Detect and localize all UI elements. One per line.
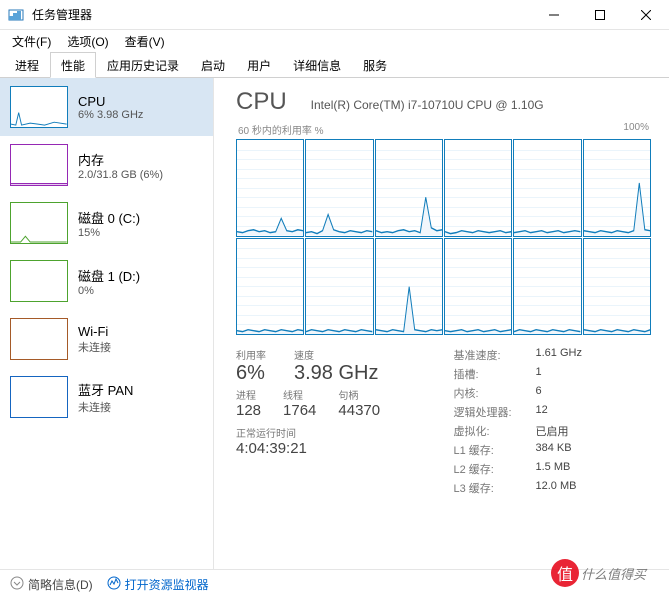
sidebar-mem-label: 内存: [78, 150, 163, 169]
sidebar-item-wifi[interactable]: Wi-Fi未连接: [0, 310, 213, 368]
sidebar-disk0-label: 磁盘 0 (C:): [78, 208, 140, 227]
l2-cache-value: 1.5 MB: [536, 461, 571, 477]
l3-cache-value: 12.0 MB: [536, 480, 577, 496]
window-title: 任务管理器: [32, 6, 531, 23]
base-speed-value: 1.61 GHz: [536, 347, 582, 363]
tab-users[interactable]: 用户: [236, 52, 282, 77]
fewer-details-button[interactable]: 简略信息(D): [10, 576, 93, 593]
cpu-core-graph-grid[interactable]: [236, 139, 651, 335]
sidebar-item-bluetooth[interactable]: 蓝牙 PAN未连接: [0, 368, 213, 426]
tab-services[interactable]: 服务: [352, 52, 398, 77]
app-icon: [8, 7, 24, 23]
l3-cache-label: L3 缓存:: [454, 480, 536, 496]
sidebar-cpu-stat: 6% 3.98 GHz: [78, 109, 143, 121]
sidebar-mem-stat: 2.0/31.8 GB (6%): [78, 169, 163, 181]
memory-thumbnail-icon: [10, 144, 68, 186]
sidebar-cpu-label: CPU: [78, 94, 143, 109]
sidebar-disk0-stat: 15%: [78, 227, 140, 239]
sidebar-wifi-stat: 未连接: [78, 339, 111, 355]
sidebar-bt-stat: 未连接: [78, 399, 133, 415]
sidebar-item-memory[interactable]: 内存2.0/31.8 GB (6%): [0, 136, 213, 194]
chevron-down-icon: [10, 576, 24, 593]
logical-processors-label: 逻辑处理器:: [454, 404, 536, 420]
disk1-thumbnail-icon: [10, 260, 68, 302]
core-graph-8: [375, 238, 443, 336]
virtualization-value: 已启用: [536, 423, 569, 439]
l1-cache-value: 384 KB: [536, 442, 572, 458]
util-value: 6%: [236, 362, 266, 385]
minimize-button[interactable]: [531, 0, 577, 30]
core-graph-5: [583, 139, 651, 237]
core-graph-0: [236, 139, 304, 237]
core-graph-6: [236, 238, 304, 336]
handles-label: 句柄: [338, 387, 380, 402]
tab-details[interactable]: 详细信息: [282, 52, 352, 77]
menu-options[interactable]: 选项(O): [59, 31, 116, 52]
core-graph-4: [513, 139, 581, 237]
sidebar-wifi-label: Wi-Fi: [78, 324, 111, 339]
speed-label: 速度: [294, 347, 378, 362]
graph-caption-right: 100%: [623, 122, 649, 137]
threads-label: 线程: [283, 387, 316, 402]
maximize-button[interactable]: [577, 0, 623, 30]
sidebar-item-disk1[interactable]: 磁盘 1 (D:)0%: [0, 252, 213, 310]
page-title: CPU: [236, 88, 287, 116]
l2-cache-label: L2 缓存:: [454, 461, 536, 477]
uptime-label: 正常运行时间: [236, 425, 434, 440]
core-graph-7: [305, 238, 373, 336]
core-graph-10: [513, 238, 581, 336]
cpu-thumbnail-icon: [10, 86, 68, 128]
threads-value: 1764: [283, 402, 316, 419]
sockets-label: 插槽:: [454, 366, 536, 382]
logical-processors-value: 12: [536, 404, 548, 420]
handles-value: 44370: [338, 402, 380, 419]
performance-sidebar: CPU6% 3.98 GHz 内存2.0/31.8 GB (6%) 磁盘 0 (…: [0, 78, 214, 569]
speed-value: 3.98 GHz: [294, 362, 378, 385]
core-graph-3: [444, 139, 512, 237]
sidebar-disk1-stat: 0%: [78, 285, 140, 297]
base-speed-label: 基准速度:: [454, 347, 536, 363]
cpu-model-name: Intel(R) Core(TM) i7-10710U CPU @ 1.10G: [311, 98, 544, 112]
menu-view[interactable]: 查看(V): [117, 31, 173, 52]
sidebar-disk1-label: 磁盘 1 (D:): [78, 266, 140, 285]
tab-app-history[interactable]: 应用历史记录: [96, 52, 190, 77]
bluetooth-thumbnail-icon: [10, 376, 68, 418]
core-graph-1: [305, 139, 373, 237]
uptime-value: 4:04:39:21: [236, 440, 434, 457]
close-button[interactable]: [623, 0, 669, 30]
tab-processes[interactable]: 进程: [4, 52, 50, 77]
menu-file[interactable]: 文件(F): [4, 31, 59, 52]
sidebar-item-cpu[interactable]: CPU6% 3.98 GHz: [0, 78, 213, 136]
sidebar-bt-label: 蓝牙 PAN: [78, 380, 133, 399]
sidebar-item-disk0[interactable]: 磁盘 0 (C:)15%: [0, 194, 213, 252]
core-graph-2: [375, 139, 443, 237]
cores-value: 6: [536, 385, 542, 401]
core-graph-11: [583, 238, 651, 336]
l1-cache-label: L1 缓存:: [454, 442, 536, 458]
processes-label: 进程: [236, 387, 261, 402]
resource-monitor-icon: [107, 576, 121, 593]
open-resource-monitor-link[interactable]: 打开资源监视器: [107, 576, 209, 593]
wifi-thumbnail-icon: [10, 318, 68, 360]
util-label: 利用率: [236, 347, 266, 362]
tab-startup[interactable]: 启动: [190, 52, 236, 77]
disk0-thumbnail-icon: [10, 202, 68, 244]
virtualization-label: 虚拟化:: [454, 423, 536, 439]
graph-caption-left: 60 秒内的利用率 %: [238, 122, 324, 137]
cores-label: 内核:: [454, 385, 536, 401]
processes-value: 128: [236, 402, 261, 419]
core-graph-9: [444, 238, 512, 336]
sockets-value: 1: [536, 366, 542, 382]
tab-performance[interactable]: 性能: [50, 52, 96, 78]
